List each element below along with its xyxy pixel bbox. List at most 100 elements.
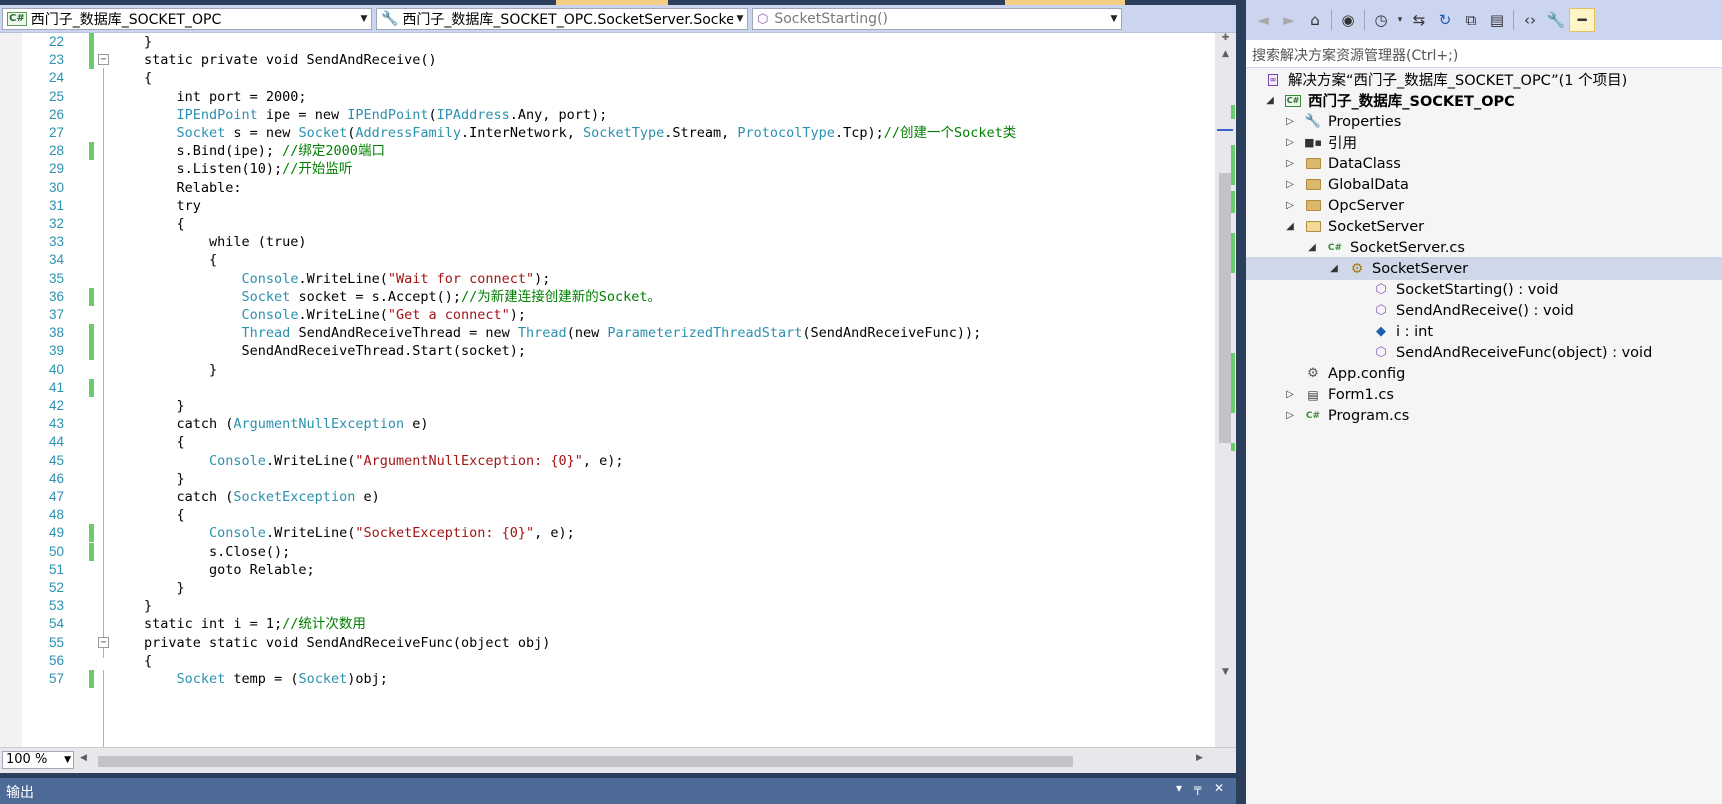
tree-node[interactable]: ◆ i : int [1246,320,1722,343]
pin-icon[interactable]: ╤ [1194,781,1201,795]
refresh-icon[interactable]: ↻ [1432,8,1458,32]
code-line[interactable]: 28 s.Bind(ipe); //绑定2000端口 [0,141,1215,161]
collapse-all-icon[interactable]: ⧉ [1458,8,1484,32]
code-line[interactable]: 54 static int i = 1;//统计次数用 [0,614,1215,634]
code-line[interactable]: 34 { [0,250,1215,270]
output-panel-header[interactable]: 输出 ▾ ╤ ✕ [0,778,1236,804]
collapsed-arrow-icon[interactable]: ▷ [1284,179,1296,190]
code-line[interactable]: 51 goto Relable; [0,560,1215,580]
code-line[interactable]: 49 Console.WriteLine("SocketException: {… [0,523,1215,543]
close-icon[interactable]: ✕ [1214,781,1224,795]
code-line[interactable]: 41 [0,378,1215,398]
history-icon[interactable]: ◷ [1368,8,1394,32]
code-line[interactable]: 22} [0,33,1215,52]
zoom-dropdown[interactable]: 100 % ▼ [2,751,74,769]
code-line[interactable]: 30 Relable: [0,178,1215,198]
code-line[interactable]: 24 { [0,68,1215,88]
code-line[interactable]: 37 Console.WriteLine("Get a connect"); [0,305,1215,325]
collapse-icon[interactable]: − [98,636,109,648]
code-line[interactable]: 53} [0,596,1215,616]
tree-node[interactable]: ◢ ⚙ SocketServer [1246,257,1722,280]
code-text: } [144,596,152,616]
code-line[interactable]: 31 try [0,196,1215,216]
forward-icon[interactable]: ► [1276,8,1302,32]
vertical-scrollbar[interactable]: ✚ ▲ ▼ [1215,33,1236,747]
project-dropdown[interactable]: C# 西门子_数据库_SOCKET_OPC ▼ [2,8,372,30]
code-line[interactable]: 33 while (true) [0,232,1215,252]
code-line[interactable]: 47 catch (SocketException e) [0,487,1215,507]
view-code-icon[interactable]: ‹› [1517,8,1543,32]
collapsed-arrow-icon[interactable]: ▷ [1284,116,1296,127]
code-line[interactable]: 23 − static private void SendAndReceive() [0,50,1215,70]
dropdown-icon[interactable]: ▾ [1394,8,1406,32]
code-text-area[interactable]: 22} 23− static private void SendAndReceive… [0,33,1215,747]
expanded-arrow-icon[interactable]: ◢ [1306,242,1318,253]
tree-node[interactable]: ⬡ SocketStarting() : void [1246,278,1722,301]
solution-search-input[interactable]: 搜索解决方案资源管理器(Ctrl+;) [1246,40,1722,68]
expanded-arrow-icon[interactable]: ◢ [1264,95,1276,106]
home-icon[interactable]: ⌂ [1302,8,1328,32]
member-dropdown[interactable]: ⬡ SocketStarting() ▼ [752,8,1122,30]
tree-node[interactable]: ▷ ■▪ 引用 [1246,131,1722,154]
tree-node[interactable]: ▷ ▤ Form1.cs [1246,383,1722,406]
code-line[interactable]: 45 Console.WriteLine("ArgumentNullExcept… [0,451,1215,471]
code-line[interactable]: 26 IPEndPoint ipe = new IPEndPoint(IPAdd… [0,105,1215,125]
tree-node[interactable]: ⚙ App.config [1246,362,1722,385]
collapsed-arrow-icon[interactable]: ▷ [1284,410,1296,421]
scroll-up-icon[interactable]: ▲ [1215,49,1236,65]
code-line[interactable]: 29 s.Listen(10);//开始监听 [0,159,1215,179]
split-icon[interactable]: ✚ [1215,33,1236,49]
code-line[interactable]: 56 { [0,651,1215,671]
panel-menu-icon[interactable]: ▾ [1176,781,1182,795]
scroll-right-icon[interactable]: ▶ [1196,753,1203,763]
collapsed-arrow-icon[interactable]: ▷ [1284,200,1296,211]
properties-icon[interactable]: 🔧 [1543,8,1569,32]
scroll-thumb[interactable] [1219,173,1231,443]
code-line[interactable]: 39 SendAndReceiveThread.Start(socket); [0,341,1215,361]
collapse-icon[interactable]: − [98,54,109,66]
tree-node[interactable]: ◢ SocketServer [1246,215,1722,238]
code-token: .Tcp); [834,125,884,141]
code-line[interactable]: 50 s.Close(); [0,542,1215,562]
collapsed-arrow-icon[interactable]: ▷ [1284,389,1296,400]
horizontal-scroll-thumb[interactable] [98,756,1073,767]
expanded-arrow-icon[interactable]: ◢ [1328,263,1340,274]
scroll-left-icon[interactable]: ◀ [80,753,87,763]
show-all-files-icon[interactable]: ▤ [1484,8,1510,32]
code-line[interactable]: 25 int port = 2000; [0,87,1215,107]
tree-node[interactable]: ▷ C# Program.cs [1246,404,1722,427]
collapsed-arrow-icon[interactable]: ▷ [1284,137,1296,148]
panel-splitter[interactable] [1236,0,1246,804]
code-line[interactable]: 35 Console.WriteLine("Wait for connect")… [0,269,1215,289]
tree-node[interactable]: ⬡ SendAndReceiveFunc(object) : void [1246,341,1722,364]
code-line[interactable]: 40 } [0,360,1215,380]
expanded-arrow-icon[interactable]: ◢ [1284,221,1296,232]
code-line[interactable]: 55 − private static void SendAndReceiveFun… [0,633,1215,653]
code-line[interactable]: 44 { [0,432,1215,452]
code-line[interactable]: 57 Socket temp = (Socket)obj; [0,669,1215,689]
tree-node[interactable]: ◢ C# 西门子_数据库_SOCKET_OPC [1246,89,1722,112]
code-line[interactable]: 46 } [0,469,1215,489]
back-icon[interactable]: ◄ [1250,8,1276,32]
code-line[interactable]: 36 Socket socket = s.Accept();//为新建连接创建新… [0,287,1215,307]
tree-node[interactable]: ▷ GlobalData [1246,173,1722,196]
code-line[interactable]: 32 { [0,214,1215,234]
code-line[interactable]: 27 Socket s = new Socket(AddressFamily.I… [0,123,1215,143]
code-line[interactable]: 52 } [0,578,1215,598]
tree-node[interactable]: ◢ C# SocketServer.cs [1246,236,1722,259]
tree-node[interactable]: ▷ 🔧 Properties [1246,110,1722,133]
sync-icon[interactable]: ⇆ [1406,8,1432,32]
scroll-down-icon[interactable]: ▼ [1215,667,1236,683]
tree-node[interactable]: ▷ OpcServer [1246,194,1722,217]
code-line[interactable]: 42 } [0,396,1215,416]
tree-node[interactable]: ▷ DataClass [1246,152,1722,175]
code-line[interactable]: 43 catch (ArgumentNullException e) [0,414,1215,434]
code-line[interactable]: 38 Thread SendAndReceiveThread = new Thr… [0,323,1215,343]
vs-icon[interactable]: ◉ [1335,8,1361,32]
code-line[interactable]: 48 { [0,505,1215,525]
collapsed-arrow-icon[interactable]: ▷ [1284,158,1296,169]
class-dropdown[interactable]: 🔧 西门子_数据库_SOCKET_OPC.SocketServer.Socket… [376,8,748,30]
pin-icon[interactable]: ━ [1569,8,1595,32]
tree-node[interactable]: ⬡ SendAndReceive() : void [1246,299,1722,322]
tree-node[interactable]: ∞ 解决方案“西门子_数据库_SOCKET_OPC”(1 个项目) [1246,68,1722,91]
